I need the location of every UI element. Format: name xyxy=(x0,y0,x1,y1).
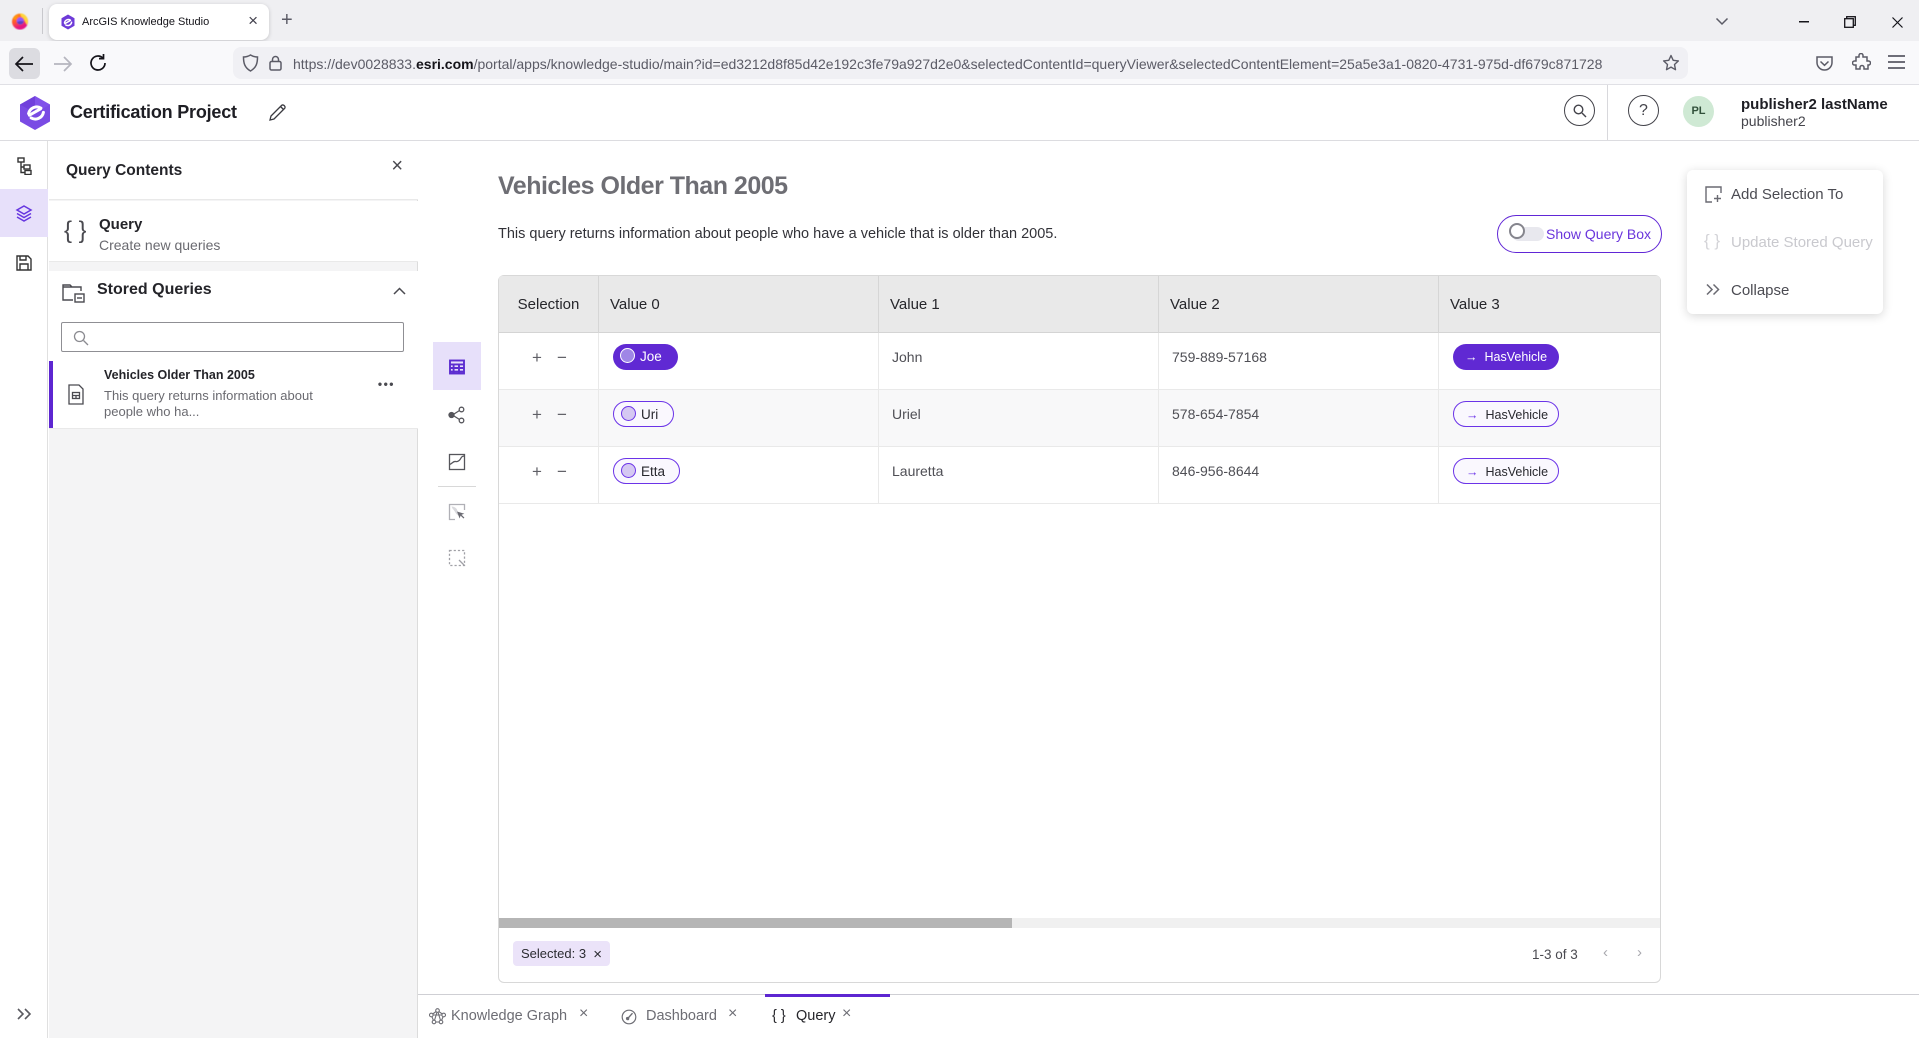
svg-text:{ }: { } xyxy=(64,217,86,244)
